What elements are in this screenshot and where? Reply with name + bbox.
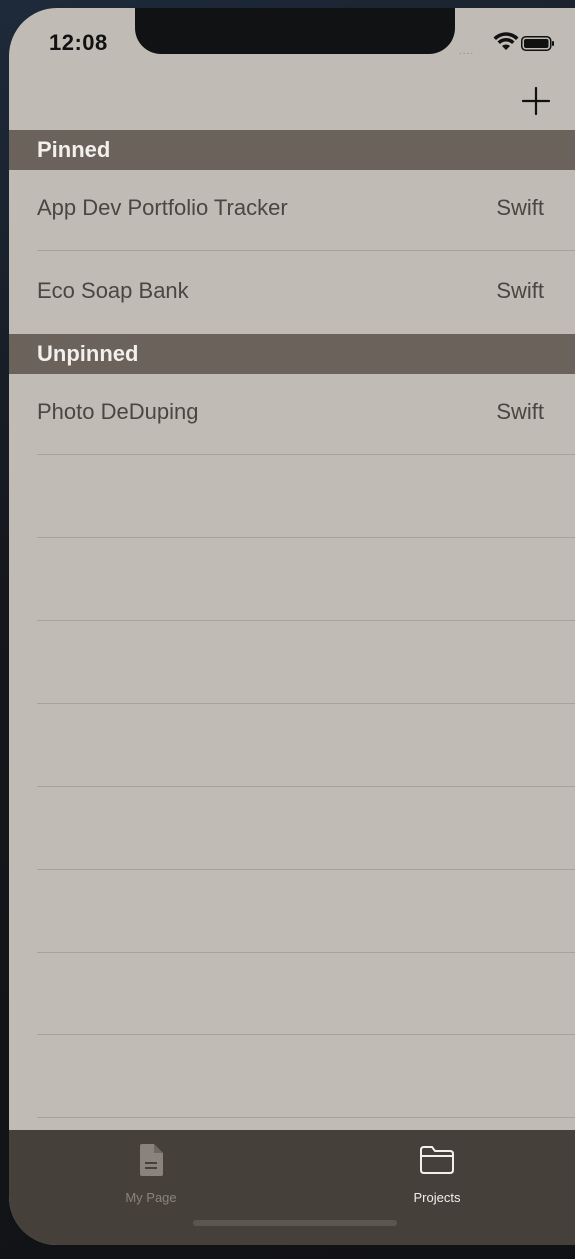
navigation-bar (9, 70, 575, 130)
device-frame: 12:08 .... Pinned App Dev Portfolio Trac… (0, 0, 575, 1259)
section-title-pinned: Pinned (37, 137, 111, 162)
section-title-unpinned: Unpinned (37, 341, 139, 366)
tab-projects[interactable]: Projects (337, 1140, 537, 1210)
row-separator (37, 786, 575, 787)
tab-label-my-page: My Page (125, 1190, 177, 1205)
cellular-signal-icon: .... (459, 46, 475, 57)
project-row[interactable]: Photo DeDuping Swift (9, 372, 575, 455)
tab-my-page[interactable]: My Page (51, 1140, 251, 1210)
project-row[interactable]: App Dev Portfolio Tracker Swift (9, 168, 575, 251)
project-language: Swift (496, 195, 544, 220)
row-separator (37, 1117, 575, 1118)
status-bar: 12:08 .... (9, 8, 575, 70)
project-name: Eco Soap Bank (37, 278, 189, 303)
battery-icon (521, 36, 554, 51)
project-row[interactable]: Eco Soap Bank Swift (9, 251, 575, 334)
device-notch (135, 8, 455, 54)
row-separator (37, 703, 575, 704)
project-name: Photo DeDuping (37, 399, 199, 424)
row-separator (37, 952, 575, 953)
tab-bar: My Page Projects (9, 1130, 575, 1245)
row-separator (37, 1034, 575, 1035)
section-header-unpinned: Unpinned (9, 334, 575, 374)
status-time: 12:08 (49, 30, 108, 55)
plus-icon (521, 86, 551, 116)
project-language: Swift (496, 399, 544, 424)
app-screen: 12:08 .... Pinned App Dev Portfolio Trac… (9, 8, 575, 1245)
row-separator (37, 620, 575, 621)
project-language: Swift (496, 278, 544, 303)
row-separator (37, 454, 575, 455)
row-separator (37, 537, 575, 538)
folder-icon (420, 1146, 454, 1174)
project-name: App Dev Portfolio Tracker (37, 195, 288, 220)
add-project-button[interactable] (521, 86, 551, 116)
wifi-icon (493, 32, 519, 50)
section-header-pinned: Pinned (9, 130, 575, 170)
row-separator (37, 869, 575, 870)
home-indicator[interactable] (193, 1220, 397, 1226)
tab-label-projects: Projects (413, 1190, 461, 1205)
document-icon (140, 1144, 163, 1176)
